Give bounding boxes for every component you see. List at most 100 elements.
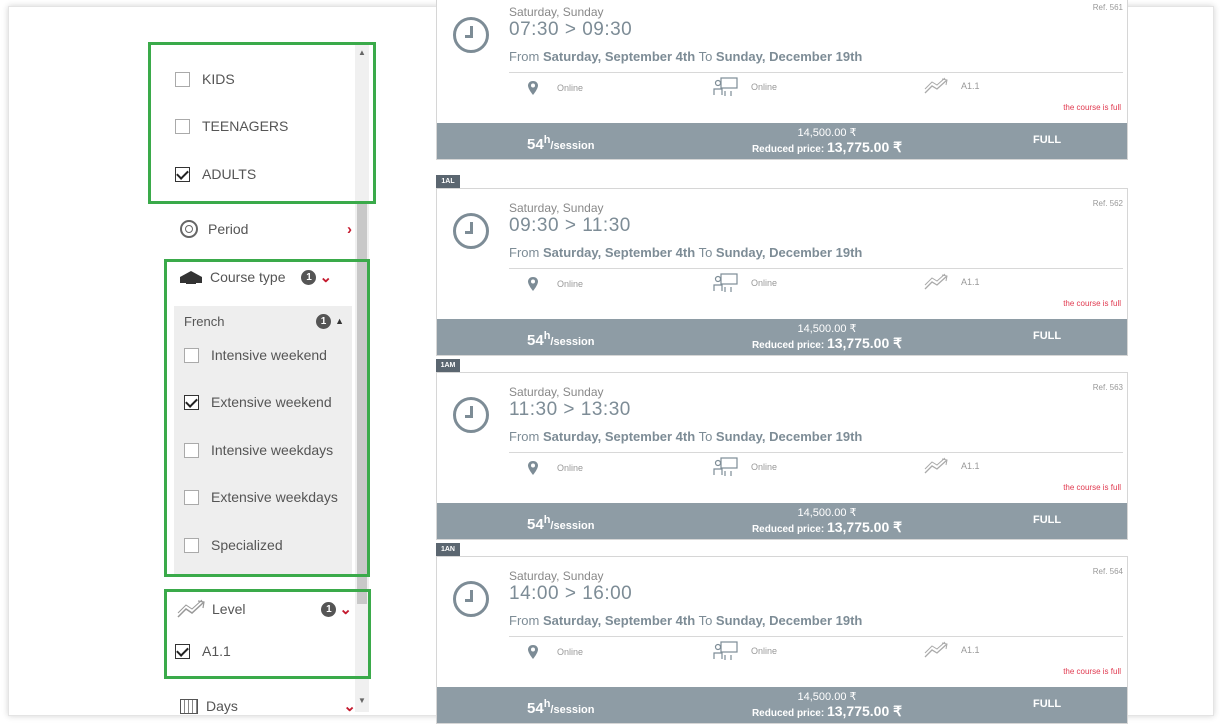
course-time: 11:30 > 13:30 xyxy=(509,399,631,420)
hours-per-session: 54h/session xyxy=(527,132,594,153)
hours-value: 54 xyxy=(527,516,544,533)
audience-highlight xyxy=(148,42,376,204)
level-text: A1.1 xyxy=(961,81,980,91)
status-full: FULL xyxy=(1033,514,1062,526)
to-prefix: To xyxy=(698,613,713,628)
course-time: 09:30 > 11:30 xyxy=(509,215,631,236)
status-full: FULL xyxy=(1033,698,1062,710)
level-text: A1.1 xyxy=(961,461,980,471)
per-session: /session xyxy=(550,704,595,716)
chevron-down-icon[interactable]: ⌄ xyxy=(343,697,356,715)
scroll-down-arrow-icon[interactable]: ▼ xyxy=(357,696,367,706)
price-bar[interactable]: 54h/session 14,500.00 ₹ Reduced price: 1… xyxy=(437,687,1127,723)
hours-value: 54 xyxy=(527,332,544,349)
full-price: 14,500.00 ₹ xyxy=(797,507,857,519)
reduced-price: Reduced price: 13,775.00 ₹ xyxy=(737,519,917,536)
reduced-value: 13,775.00 ₹ xyxy=(826,703,903,719)
full-notice: the course is full xyxy=(1063,299,1121,308)
classroom-icon xyxy=(713,641,738,660)
full-notice: the course is full xyxy=(1063,667,1121,676)
level-text: A1.1 xyxy=(961,277,980,287)
end-date: Sunday, December 19th xyxy=(715,49,863,64)
clock-icon xyxy=(453,17,489,53)
course-date-range: From Saturday, September 4th To Sunday, … xyxy=(509,429,862,444)
end-date: Sunday, December 19th xyxy=(715,245,863,260)
price-bar[interactable]: 54h/session 14,500.00 ₹ Reduced price: 1… xyxy=(437,123,1127,159)
level-info: A1.1 xyxy=(923,641,980,659)
full-notice: the course is full xyxy=(1063,483,1121,492)
from-prefix: From xyxy=(509,49,540,64)
end-date: Sunday, December 19th xyxy=(715,429,863,444)
location-text: Online xyxy=(557,647,584,657)
from-prefix: From xyxy=(509,429,540,444)
course-card[interactable]: Saturday, Sunday Ref. 563 11:30 > 13:30 … xyxy=(436,372,1128,540)
classroom-icon xyxy=(713,77,738,96)
full-price: 14,500.00 ₹ xyxy=(797,323,857,335)
period-section[interactable]: Period › xyxy=(180,217,352,241)
course-tag: 1AL xyxy=(436,175,460,188)
from-prefix: From xyxy=(509,245,540,260)
course-ref: Ref. 564 xyxy=(1092,567,1123,576)
course-ref: Ref. 562 xyxy=(1092,199,1123,208)
mode-text: Online xyxy=(751,278,778,288)
location-info: Online xyxy=(527,276,583,292)
reduced-value: 13,775.00 ₹ xyxy=(826,519,903,535)
to-prefix: To xyxy=(698,245,713,260)
classroom-icon xyxy=(713,273,738,292)
course-ref: Ref. 561 xyxy=(1092,3,1123,12)
level-text: A1.1 xyxy=(961,645,980,655)
course-days: Saturday, Sunday xyxy=(509,5,604,19)
reduced-label: Reduced price: xyxy=(751,144,825,155)
location-info: Online xyxy=(527,80,583,96)
course-card[interactable]: Saturday, Sunday Ref. 564 14:00 > 16:00 … xyxy=(436,556,1128,724)
hours-per-session: 54h/session xyxy=(527,328,594,349)
level-info: A1.1 xyxy=(923,273,980,291)
days-section[interactable]: Days ⌄ xyxy=(180,694,356,718)
mode-info: Online xyxy=(713,641,777,661)
map-pin-icon xyxy=(528,277,538,291)
level-chart-icon xyxy=(924,457,948,474)
per-session: /session xyxy=(550,520,595,532)
course-date-range: From Saturday, September 4th To Sunday, … xyxy=(509,49,862,64)
level-highlight xyxy=(164,589,371,679)
location-text: Online xyxy=(557,279,584,289)
hours-value: 54 xyxy=(527,136,544,153)
mode-text: Online xyxy=(751,462,778,472)
mode-info: Online xyxy=(713,457,777,477)
course-card[interactable]: Saturday, Sunday Ref. 562 09:30 > 11:30 … xyxy=(436,188,1128,356)
level-info: A1.1 xyxy=(923,77,980,95)
calendar-icon xyxy=(180,698,198,714)
location-text: Online xyxy=(557,463,584,473)
price-bar[interactable]: 54h/session 14,500.00 ₹ Reduced price: 1… xyxy=(437,503,1127,539)
course-ref: Ref. 563 xyxy=(1092,383,1123,392)
level-chart-icon xyxy=(924,641,948,658)
start-date: Saturday, September 4th xyxy=(542,429,696,444)
level-chart-icon xyxy=(924,273,948,290)
per-session: /session xyxy=(550,336,595,348)
course-time: 14:00 > 16:00 xyxy=(509,583,633,604)
map-pin-icon xyxy=(528,81,538,95)
course-days: Saturday, Sunday xyxy=(509,385,604,399)
full-price: 14,500.00 ₹ xyxy=(797,691,857,703)
course-type-highlight xyxy=(164,259,370,577)
start-date: Saturday, September 4th xyxy=(542,245,696,260)
price-bar[interactable]: 54h/session 14,500.00 ₹ Reduced price: 1… xyxy=(437,319,1127,355)
chevron-right-icon[interactable]: › xyxy=(347,221,352,238)
course-card[interactable]: Saturday, Sunday Ref. 561 07:30 > 09:30 … xyxy=(436,0,1128,160)
location-info: Online xyxy=(527,460,583,476)
reduced-label: Reduced price: xyxy=(751,524,825,535)
course-date-range: From Saturday, September 4th To Sunday, … xyxy=(509,245,862,260)
map-pin-icon xyxy=(528,645,538,659)
classroom-icon xyxy=(713,457,738,476)
divider xyxy=(509,452,1123,453)
location-info: Online xyxy=(527,644,583,660)
course-tag: 1AM xyxy=(436,359,460,372)
per-session: /session xyxy=(550,140,595,152)
full-notice: the course is full xyxy=(1063,103,1121,112)
divider xyxy=(509,268,1123,269)
level-info: A1.1 xyxy=(923,457,980,475)
from-prefix: From xyxy=(509,613,540,628)
hours-value: 54 xyxy=(527,700,544,717)
status-full: FULL xyxy=(1033,134,1062,146)
mode-info: Online xyxy=(713,77,777,97)
